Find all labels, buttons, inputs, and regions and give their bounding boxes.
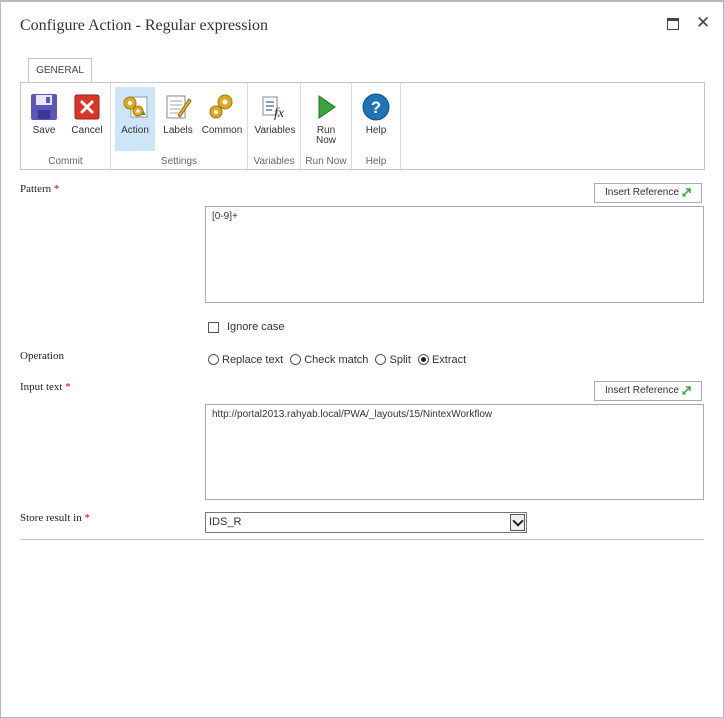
svg-text:?: ? [371,98,381,117]
input-text-label: Input text * [20,381,71,393]
labels-pencil-icon [164,93,192,121]
group-commit-label: Commit [48,156,83,167]
help-button[interactable]: ? Help [357,87,395,151]
group-settings-label: Settings [160,156,198,167]
required-marker: * [53,183,60,195]
tab-general[interactable]: GENERAL [28,58,92,83]
group-settings: Action Labels Common Settings [111,83,248,169]
ignore-case-label: Ignore case [227,321,285,333]
variables-button[interactable]: fx Variables [252,87,298,151]
pattern-label: Pattern * [20,183,60,195]
cancel-icon [73,93,101,121]
required-marker: * [65,381,71,393]
group-commit: Save Cancel Commit [21,83,111,169]
radio-check-match[interactable] [290,354,302,365]
input-text-insert-reference-button[interactable]: Insert Reference [594,381,702,401]
labels-button[interactable]: Labels [159,87,197,151]
operation-radio-group: Replace text Check match Split Extract [208,354,470,366]
group-run-now: Run Now Run Now [301,83,352,169]
insert-reference-icon [682,386,691,395]
operation-label: Operation [20,350,64,362]
radio-replace-text[interactable] [208,354,219,365]
radio-option-replace-text[interactable]: Replace text [208,354,283,366]
group-variables-label: Variables [253,156,295,167]
ignore-case-checkbox[interactable] [208,322,219,333]
run-now-label-line2: Now [315,135,336,146]
radio-split[interactable] [375,354,387,365]
common-gears-icon [208,93,236,121]
pattern-textarea[interactable]: [0-9]+ [205,206,704,303]
maximize-icon[interactable] [665,16,681,32]
save-button[interactable]: Save [25,87,63,151]
play-icon [312,93,340,121]
radio-option-check-match[interactable]: Check match [290,354,368,366]
group-help: ? Help Help [352,83,401,169]
configure-action-dialog: Configure Action - Regular expression ✕ … [0,0,724,718]
radio-option-extract[interactable]: Extract [417,354,466,366]
close-icon[interactable]: ✕ [696,14,712,32]
labels-label: Labels [163,125,193,136]
action-label: Action [121,125,149,136]
insert-reference-icon [682,188,691,197]
group-help-label: Help [365,156,387,167]
cancel-button[interactable]: Cancel [67,87,107,151]
store-result-select[interactable]: IDS_R [205,512,527,533]
group-variables: fx Variables Variables [248,83,301,169]
radio-extract[interactable] [417,354,429,365]
variables-label: Variables [254,125,296,136]
group-run-now-label: Run Now [305,156,347,167]
action-button[interactable]: Action [115,87,155,151]
common-button[interactable]: Common [199,87,245,151]
store-result-label: Store result in * [20,512,90,524]
common-label: Common [201,125,243,136]
radio-option-split[interactable]: Split [375,354,411,366]
form-divider [20,539,704,540]
help-label: Help [365,125,387,136]
pattern-insert-reference-button[interactable]: Insert Reference [594,183,702,203]
required-marker: * [84,512,90,524]
save-label: Save [32,125,56,136]
input-text-textarea[interactable]: http://portal2013.rahyab.local/PWA/_layo… [205,404,704,500]
run-now-button[interactable]: Run Now [307,87,345,151]
cancel-label: Cancel [71,125,103,136]
action-gear-icon [121,93,149,121]
svg-text:fx: fx [274,106,285,121]
dialog-title: Configure Action - Regular expression [20,17,268,34]
variables-fx-icon: fx [261,93,289,121]
save-icon [30,93,58,121]
help-question-icon: ? [362,93,390,121]
chevron-down-icon[interactable] [510,514,525,531]
ribbon: Save Cancel Commit Action Labels Common … [20,82,705,170]
